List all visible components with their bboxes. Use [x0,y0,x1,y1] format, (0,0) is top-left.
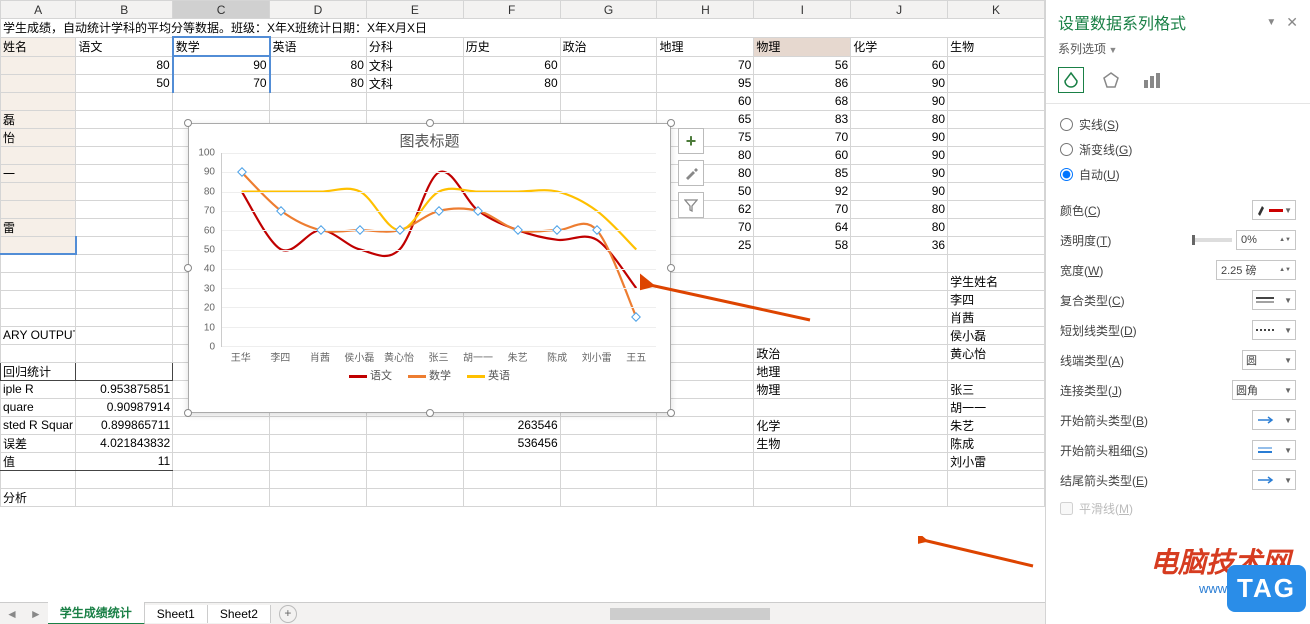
close-icon[interactable]: ✕ [1286,14,1298,31]
color-label: 颜色(C) [1060,202,1252,219]
embedded-chart[interactable]: 图表标题 0102030405060708090100 王华李四肖茜侯小磊黄心怡… [188,123,671,413]
sheet-tab[interactable]: Sheet2 [208,605,271,623]
tag-badge: TAG [1227,565,1306,612]
col-header[interactable]: H [657,1,754,19]
end-arrow-type-label: 结尾箭头类型(E) [1060,472,1252,489]
chart-title[interactable]: 图表标题 [189,124,670,153]
width-label: 宽度(W) [1060,262,1216,279]
format-pane: 设置数据系列格式 ▼ ✕ 系列选项 实线(S) 渐变线(G) 自动(U) 颜色(… [1045,0,1310,624]
fill-line-icon[interactable] [1058,67,1084,93]
resize-handle[interactable] [426,409,434,417]
compound-label: 复合类型(C) [1060,292,1252,309]
col-header[interactable]: K [948,1,1045,19]
col-header[interactable]: I [754,1,851,19]
col-header[interactable]: A [1,1,76,19]
cap-picker[interactable]: 圆▼ [1242,350,1296,370]
col-header[interactable]: C [173,1,270,19]
line-auto-radio[interactable]: 自动(U) [1060,162,1296,187]
begin-arrow-type-picker[interactable]: ▼ [1252,410,1296,430]
begin-arrow-size-picker[interactable]: ▼ [1252,440,1296,460]
plot-area[interactable] [221,153,656,347]
sheet-tab[interactable]: 学生成绩统计 [48,602,145,624]
col-header[interactable]: G [560,1,657,19]
annotation-arrow [918,536,1038,576]
pane-subtitle[interactable]: 系列选项 [1046,38,1310,63]
resize-handle[interactable] [667,264,675,272]
chart-legend[interactable]: 语文数学英语 [189,363,670,387]
col-header[interactable]: E [366,1,463,19]
resize-handle[interactable] [667,409,675,417]
color-picker[interactable]: ▼ [1252,200,1296,220]
resize-handle[interactable] [184,119,192,127]
new-sheet-button[interactable]: + [279,605,297,623]
smooth-line-checkbox: 平滑线(M) [1079,500,1133,517]
spreadsheet-area: − A B C D E F G H I J K 学生成绩，自动统计学科的平均分等… [0,0,1045,624]
tab-nav-prev[interactable]: ◄ [0,607,24,621]
chart-elements-button[interactable]: + [678,128,704,154]
col-header[interactable]: J [851,1,948,19]
cap-label: 线端类型(A) [1060,352,1242,369]
end-arrow-type-picker[interactable]: ▼ [1252,470,1296,490]
effects-icon[interactable] [1098,67,1124,93]
horizontal-scrollbar[interactable] [600,606,1035,622]
dash-picker[interactable]: ▼ [1252,320,1296,340]
join-label: 连接类型(J) [1060,382,1232,399]
sheet-tab[interactable]: Sheet1 [145,605,208,623]
x-axis: 王华李四肖茜侯小磊黄心怡张三胡一一朱艺陈成刘小雷王五 [221,349,656,363]
begin-arrow-size-label: 开始箭头粗细(S) [1060,442,1252,459]
col-header[interactable]: D [270,1,367,19]
chart-side-buttons: + [678,128,704,218]
opacity-spinner[interactable]: 0%▲▼ [1236,230,1296,250]
pane-title: 设置数据系列格式 [1058,10,1266,34]
width-spinner[interactable]: 2.25 磅▲▼ [1216,260,1296,280]
sheet-tabs: ◄ ► 学生成绩统计 Sheet1 Sheet2 + [0,602,1045,624]
dash-label: 短划线类型(D) [1060,322,1252,339]
opacity-label: 透明度(T) [1060,232,1192,249]
pane-menu-icon[interactable]: ▼ [1266,17,1276,28]
compound-picker[interactable]: ▼ [1252,290,1296,310]
series-options-icon[interactable] [1138,67,1164,93]
chart-filter-button[interactable] [678,192,704,218]
chart-styles-button[interactable] [678,160,704,186]
resize-handle[interactable] [426,119,434,127]
merged-title-cell[interactable]: 学生成绩，自动统计学科的平均分等数据。班级：X年X班统计日期：X年X月X日 [1,19,1045,38]
resize-handle[interactable] [184,409,192,417]
col-header[interactable]: B [76,1,173,19]
col-header[interactable]: F [463,1,560,19]
resize-handle[interactable] [667,119,675,127]
join-picker[interactable]: 圆角▼ [1232,380,1296,400]
y-axis: 0102030405060708090100 [191,153,215,347]
tab-nav-next[interactable]: ► [24,607,48,621]
line-solid-radio[interactable]: 实线(S) [1060,112,1296,137]
opacity-slider[interactable] [1192,238,1232,242]
begin-arrow-type-label: 开始箭头类型(B) [1060,412,1252,429]
line-gradient-radio[interactable]: 渐变线(G) [1060,137,1296,162]
